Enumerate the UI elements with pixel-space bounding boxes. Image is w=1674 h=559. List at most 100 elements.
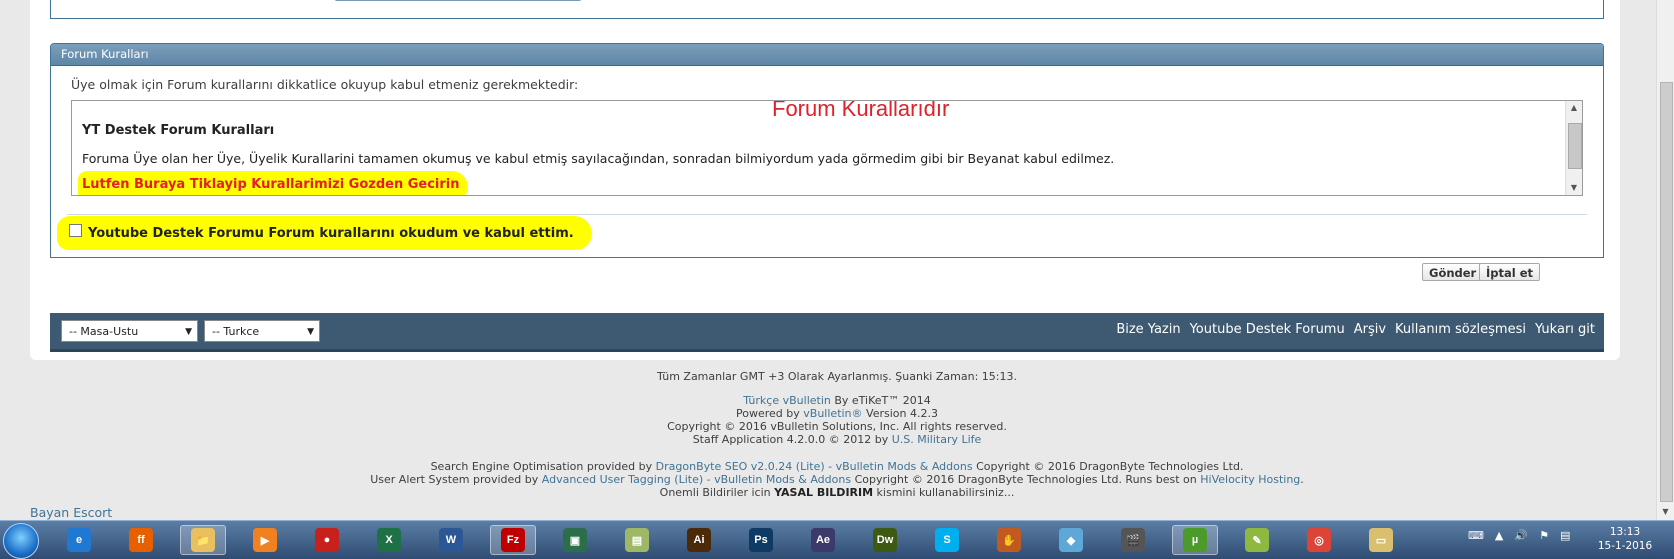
forum-rules-section: Forum Kuralları Üye olmak için Forum kur…	[50, 43, 1604, 258]
user-tagging-link[interactable]: Advanced User Tagging (Lite) - vBulletin…	[542, 473, 851, 486]
media-player-icon[interactable]: ▶	[242, 525, 288, 555]
credit-text: By eTiKeT™ 2014	[830, 394, 931, 407]
taskbar-app-glyph: ◎	[1307, 528, 1331, 552]
taskbar-app-glyph: µ	[1183, 528, 1207, 552]
network-icon[interactable]: ▤	[1560, 529, 1570, 542]
taskbar-clock[interactable]: 13:13 15-1-2016	[1590, 525, 1660, 553]
language-select[interactable]: -- Turkce ▼	[204, 320, 320, 342]
chevron-down-icon: ▼	[185, 327, 192, 337]
credit-text: Copyright © 2016 DragonByte Technologies…	[972, 460, 1244, 473]
text-field-bottom[interactable]	[334, 0, 582, 1]
time-info: Tüm Zamanlar GMT +3 Olarak Ayarlanmış. Ş…	[657, 370, 1017, 383]
taskbar-app-glyph: Dw	[873, 528, 897, 552]
rules-textbox[interactable]: Forum Kurallarıdır YT Destek Forum Kural…	[71, 100, 1583, 196]
footer-link-home[interactable]: Youtube Destek Forumu	[1190, 322, 1345, 337]
firefox-icon[interactable]: ff	[118, 525, 164, 555]
footer-link-contact[interactable]: Bize Yazin	[1116, 322, 1180, 337]
word-icon[interactable]: W	[428, 525, 474, 555]
credit-text: Staff Application 4.2.0.0 © 2012 by	[692, 433, 892, 446]
start-button-icon[interactable]	[3, 523, 39, 559]
rules-watermark: Forum Kurallarıdır	[772, 100, 950, 121]
credit-text: Powered by	[736, 407, 804, 420]
submit-button[interactable]: Gönder	[1422, 263, 1484, 281]
credit-line-5: User Alert System provided by Advanced U…	[0, 473, 1674, 486]
tr-vbulletin-link[interactable]: Türkçe vBulletin	[743, 394, 831, 407]
accept-rules-label[interactable]: Youtube Destek Forumu Forum kurallarını …	[88, 226, 574, 241]
taskbar-app-glyph: ▭	[1369, 528, 1393, 552]
previous-section	[50, 0, 1604, 19]
taskbar-app-glyph: Ae	[811, 528, 835, 552]
scroll-up-arrow-icon[interactable]: ▲	[1566, 101, 1582, 115]
glove-icon[interactable]: ✋	[986, 525, 1032, 555]
taskbar-app-glyph: ●	[315, 528, 339, 552]
notepad-icon[interactable]: ✎	[1234, 525, 1280, 555]
explorer-icon[interactable]: 📁	[180, 525, 226, 555]
credit-line-3: Staff Application 4.2.0.0 © 2012 by U.S.…	[0, 433, 1674, 446]
utorrent-icon[interactable]: µ	[1172, 525, 1218, 555]
flag-icon[interactable]: ⚑	[1539, 529, 1549, 542]
taskbar-app-glyph: X	[377, 528, 401, 552]
style-select-value: -- Masa-Ustu	[69, 325, 139, 338]
copyright-line: Copyright © 2016 vBulletin Solutions, In…	[667, 420, 1007, 433]
dreamweaver-icon[interactable]: Dw	[862, 525, 908, 555]
style-select[interactable]: -- Masa-Ustu ▼	[61, 320, 198, 342]
taskbar-app-glyph: Fz	[501, 528, 525, 552]
chrome-icon[interactable]: ◎	[1296, 525, 1342, 555]
shark-icon[interactable]: ◆	[1048, 525, 1094, 555]
skype-icon[interactable]: S	[924, 525, 970, 555]
footer-link-top[interactable]: Yukarı git	[1535, 322, 1595, 337]
volume-icon[interactable]: 🔊	[1514, 529, 1528, 542]
taskbar-app-glyph: S	[935, 528, 959, 552]
taskbar: e ff 📁 ▶ ● X W Fz ▣ ▤ Ai Ps Ae Dw S ✋ ◆ 🎬 µ ✎ ◎ ▭ ⌨ ▲ 🔊 ⚑ ▤ 1…	[0, 520, 1674, 559]
credit-text: kismini kullanabilirsiniz...	[873, 486, 1015, 499]
illustrator-icon[interactable]: Ai	[676, 525, 722, 555]
keyboard-icon[interactable]: ⌨	[1468, 529, 1484, 542]
page-scroll-thumb[interactable]	[1660, 82, 1673, 502]
vbulletin-link[interactable]: vBulletin®	[803, 407, 862, 420]
scroll-down-arrow-icon[interactable]: ▼	[1566, 181, 1582, 195]
scroll-thumb[interactable]	[1568, 123, 1582, 169]
tray-expand-icon[interactable]: ▲	[1495, 529, 1503, 542]
credit-line-4: Search Engine Optimisation provided by D…	[0, 460, 1674, 473]
aftereffects-icon[interactable]: Ae	[800, 525, 846, 555]
excel-icon[interactable]: X	[366, 525, 412, 555]
footer-link-archive[interactable]: Arşiv	[1354, 322, 1386, 337]
dragonbyte-seo-link[interactable]: DragonByte SEO v2.0.24 (Lite) - vBulleti…	[656, 460, 973, 473]
system-tray: ⌨ ▲ 🔊 ⚑ ▤	[1468, 529, 1570, 542]
credit-text: User Alert System provided by	[370, 473, 542, 486]
taskbar-app-glyph: ▶	[253, 528, 277, 552]
taskbar-app-glyph: ▤	[625, 528, 649, 552]
taskbar-app-glyph: ◆	[1059, 528, 1083, 552]
legal-notice-bold: YASAL BILDIRIM	[774, 486, 874, 499]
notes-icon[interactable]: ▤	[614, 525, 660, 555]
chevron-down-icon: ▼	[307, 327, 314, 337]
credit-line-2: Powered by vBulletin® Version 4.2.3	[0, 407, 1674, 420]
taskbar-app-glyph: ▣	[563, 528, 587, 552]
folder-icon[interactable]: ▭	[1358, 525, 1404, 555]
clapper-icon[interactable]: 🎬	[1110, 525, 1156, 555]
filezilla-icon[interactable]: Fz	[490, 525, 536, 555]
hivelocity-link[interactable]: HiVelocity Hosting	[1200, 473, 1300, 486]
scroll-down-arrow-icon[interactable]: ▼	[1657, 507, 1674, 516]
cleaner-icon[interactable]: ●	[304, 525, 350, 555]
photoshop-icon[interactable]: Ps	[738, 525, 784, 555]
escort-link[interactable]: Bayan Escort	[30, 505, 112, 520]
credit-text: Version 4.2.3	[862, 407, 938, 420]
credit-text: Onemli Bildiriler icin	[659, 486, 775, 499]
rules-link[interactable]: Lutfen Buraya Tiklayip Kurallarimizi Goz…	[82, 177, 460, 192]
page-scrollbar[interactable]: ▼	[1656, 0, 1674, 520]
screen-icon[interactable]: ▣	[552, 525, 598, 555]
taskbar-app-glyph: ff	[129, 528, 153, 552]
cancel-button[interactable]: İptal et	[1479, 263, 1541, 281]
taskbar-app-glyph: 📁	[191, 528, 215, 552]
footer-bar: -- Masa-Ustu ▼ -- Turkce ▼ Bize Yazin Yo…	[50, 313, 1604, 352]
military-life-link[interactable]: U.S. Military Life	[892, 433, 982, 446]
credit-text: Copyright © 2016 DragonByte Technologies…	[851, 473, 1201, 486]
taskbar-app-glyph: Ps	[749, 528, 773, 552]
footer-link-terms[interactable]: Kullanım sözleşmesi	[1395, 322, 1526, 337]
ie-icon[interactable]: e	[56, 525, 102, 555]
taskbar-app-glyph: W	[439, 528, 463, 552]
taskbar-app-glyph: ✎	[1245, 528, 1269, 552]
accept-rules-checkbox[interactable]	[69, 223, 82, 237]
rules-scrollbar[interactable]: ▲ ▼	[1565, 101, 1582, 195]
